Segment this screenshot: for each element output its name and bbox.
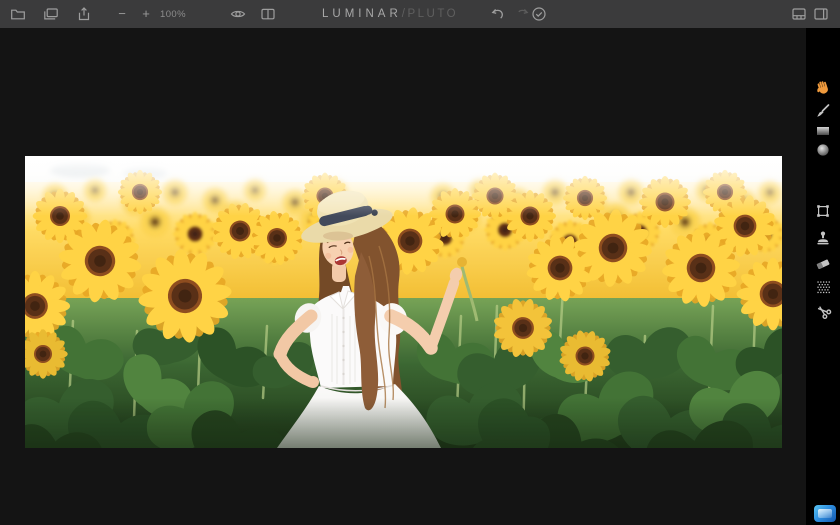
- blue-app-badge-icon[interactable]: [814, 505, 836, 522]
- zoom-level[interactable]: 100%: [156, 9, 190, 20]
- brush-tool-icon[interactable]: [814, 102, 832, 120]
- scissors-tool-icon[interactable]: [814, 302, 832, 320]
- app-window: − + 100% LUMINAR/PLUTO: [0, 0, 840, 525]
- radial-mask-icon[interactable]: [814, 141, 832, 159]
- preview-eye-icon[interactable]: [230, 6, 246, 22]
- tools-sidebar: [806, 28, 840, 525]
- brand-name: LUMINAR: [322, 8, 402, 20]
- product-name: /PLUTO: [402, 8, 458, 20]
- crop-tool-icon[interactable]: [814, 202, 832, 220]
- editor-canvas: [0, 28, 806, 525]
- folder-icon[interactable]: [10, 6, 26, 22]
- top-toolbar: − + 100% LUMINAR/PLUTO: [0, 0, 840, 29]
- side-panel-icon[interactable]: [813, 6, 829, 22]
- eraser-tool-icon[interactable]: [814, 254, 832, 272]
- zoom-out-button[interactable]: −: [114, 7, 130, 21]
- badge-highlight: [818, 509, 832, 518]
- export-icon[interactable]: [76, 6, 92, 22]
- apply-check-icon[interactable]: [531, 6, 547, 22]
- undo-icon[interactable]: [490, 6, 506, 22]
- zoom-in-button[interactable]: +: [138, 7, 154, 21]
- clone-stamp-icon[interactable]: [814, 229, 832, 247]
- photos-stack-icon[interactable]: [43, 6, 59, 22]
- hand-tool-icon[interactable]: [814, 78, 832, 96]
- gradient-mask-icon[interactable]: [814, 122, 832, 140]
- photo[interactable]: [25, 156, 782, 448]
- redo-icon[interactable]: [514, 6, 530, 22]
- app-title: LUMINAR/PLUTO: [322, 8, 458, 20]
- compare-split-icon[interactable]: [260, 6, 276, 22]
- noise-tool-icon[interactable]: [814, 278, 832, 296]
- presets-panel-icon[interactable]: [791, 6, 807, 22]
